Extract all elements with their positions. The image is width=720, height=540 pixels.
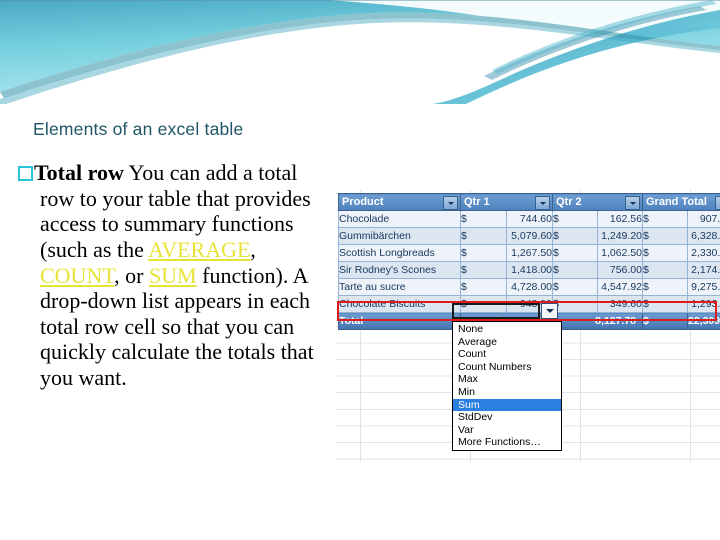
slide: Elements of an excel table Total row You…: [0, 0, 720, 540]
table-row[interactable]: Gummibärchen $ 5,079.60 $ 1,249.20 $ 6,3…: [338, 227, 720, 245]
cell-currency: $: [460, 244, 507, 262]
chevron-down-icon[interactable]: [443, 196, 458, 210]
cell-grand-total[interactable]: 907.16: [687, 210, 720, 228]
total-cell-dropdown-button[interactable]: [541, 303, 558, 319]
summary-function-dropdown-menu[interactable]: None Average Count Count Numbers Max Min…: [452, 321, 562, 451]
cell-qtr1[interactable]: 5,079.60: [506, 227, 553, 245]
cell-currency: $: [642, 295, 688, 313]
column-header-qtr2[interactable]: Qtr 2: [552, 193, 643, 211]
body-content: Total row You can add a total row to you…: [18, 160, 334, 391]
cell-currency: $: [642, 210, 688, 228]
table-row[interactable]: Scottish Longbreads $ 1,267.50 $ 1,062.5…: [338, 244, 720, 262]
separator-1: ,: [250, 236, 256, 262]
cell-product[interactable]: Gummibärchen: [338, 227, 461, 245]
cell-currency: $: [460, 227, 507, 245]
column-header-grand-total[interactable]: Grand Total: [642, 193, 720, 211]
square-bullet-icon: [18, 166, 33, 181]
chevron-down-icon[interactable]: [715, 196, 720, 210]
cell-grand-total[interactable]: 9,275.92: [687, 278, 720, 296]
cell-currency: $: [552, 210, 598, 228]
cell-currency: $: [460, 210, 507, 228]
cell-qtr2[interactable]: 1,062.50: [597, 244, 643, 262]
menu-item-stddev[interactable]: StdDev: [453, 411, 561, 424]
cell-currency: $: [460, 295, 507, 313]
total-row-label[interactable]: Total: [338, 312, 461, 330]
menu-item-max[interactable]: Max: [453, 373, 561, 386]
wave-header-decoration: [0, 0, 720, 104]
total-cell-grand-total[interactable]: 22,309.37: [687, 312, 720, 330]
total-cell-currency: $: [642, 312, 688, 330]
table-header-row: Product Qtr 1 Qtr 2 Grand Total: [338, 193, 720, 211]
table-body: Chocolade $ 744.60 $ 162.56 $ 907.16 Gum…: [338, 210, 720, 330]
bullet-lead-label: Total row: [34, 160, 124, 185]
cell-currency: $: [642, 227, 688, 245]
table-row[interactable]: Chocolate Biscuits $ 943.09 $ 349.60 $ 1…: [338, 295, 720, 313]
link-count[interactable]: COUNT: [40, 263, 114, 288]
cell-qtr1[interactable]: 1,267.50: [506, 244, 553, 262]
menu-item-count-numbers[interactable]: Count Numbers: [453, 361, 561, 374]
cell-currency: $: [552, 244, 598, 262]
total-cell-qtr2[interactable]: 8,127.78: [552, 312, 643, 330]
chevron-down-icon[interactable]: [535, 196, 550, 210]
cell-currency: $: [642, 244, 688, 262]
menu-item-more-functions[interactable]: More Functions…: [453, 436, 561, 449]
cell-qtr1[interactable]: 1,418.00: [506, 261, 553, 279]
menu-item-min[interactable]: Min: [453, 386, 561, 399]
menu-item-none[interactable]: None: [453, 323, 561, 336]
cell-currency: $: [460, 261, 507, 279]
cell-currency: $: [552, 278, 598, 296]
cell-product[interactable]: Sir Rodney's Scones: [338, 261, 461, 279]
excel-table-screenshot: Product Qtr 1 Qtr 2 Grand Total Chocolad…: [336, 190, 720, 462]
link-sum[interactable]: SUM: [149, 263, 197, 288]
cell-qtr2[interactable]: 1,249.20: [597, 227, 643, 245]
cell-product[interactable]: Chocolate Biscuits: [338, 295, 461, 313]
chevron-down-icon[interactable]: [625, 196, 640, 210]
column-header-qtr2-label: Qtr 2: [556, 196, 582, 208]
table-row[interactable]: Sir Rodney's Scones $ 1,418.00 $ 756.00 …: [338, 261, 720, 279]
cell-grand-total[interactable]: 2,174.00: [687, 261, 720, 279]
menu-item-count[interactable]: Count: [453, 348, 561, 361]
bullet-paragraph: Total row You can add a total row to you…: [18, 160, 334, 391]
column-header-product[interactable]: Product: [338, 193, 461, 211]
cell-currency: $: [552, 227, 598, 245]
column-header-qtr1-label: Qtr 1: [464, 196, 490, 208]
cell-currency: $: [552, 295, 598, 313]
cell-qtr1[interactable]: 4,728.00: [506, 278, 553, 296]
cell-product[interactable]: Tarte au sucre: [338, 278, 461, 296]
separator-2: , or: [114, 262, 149, 288]
cell-qtr2[interactable]: 4,547.92: [597, 278, 643, 296]
column-header-qtr1[interactable]: Qtr 1: [460, 193, 553, 211]
cell-qtr2[interactable]: 162.56: [597, 210, 643, 228]
cell-currency: $: [552, 261, 598, 279]
cell-currency: $: [642, 278, 688, 296]
column-header-grand-total-label: Grand Total: [646, 196, 707, 208]
cell-grand-total[interactable]: 1,293.49: [687, 295, 720, 313]
cell-currency: $: [642, 261, 688, 279]
table-row[interactable]: Tarte au sucre $ 4,728.00 $ 4,547.92 $ 9…: [338, 278, 720, 296]
cell-grand-total[interactable]: 6,328.80: [687, 227, 720, 245]
page-title: Elements of an excel table: [33, 119, 244, 139]
table-row[interactable]: Chocolade $ 744.60 $ 162.56 $ 907.16: [338, 210, 720, 228]
column-header-product-label: Product: [342, 196, 384, 208]
cell-qtr2[interactable]: 756.00: [597, 261, 643, 279]
link-average[interactable]: AVERAGE: [148, 237, 250, 262]
cell-qtr2[interactable]: 349.60: [597, 295, 643, 313]
menu-item-average[interactable]: Average: [453, 336, 561, 349]
menu-item-var[interactable]: Var: [453, 424, 561, 437]
cell-currency: $: [460, 278, 507, 296]
menu-item-sum[interactable]: Sum: [453, 398, 561, 412]
cell-product[interactable]: Chocolade: [338, 210, 461, 228]
cell-grand-total[interactable]: 2,330.00: [687, 244, 720, 262]
cell-product[interactable]: Scottish Longbreads: [338, 244, 461, 262]
excel-table: Product Qtr 1 Qtr 2 Grand Total Chocolad…: [338, 193, 720, 330]
cell-qtr1[interactable]: 744.60: [506, 210, 553, 228]
dropdown-list: None Average Count Count Numbers Max Min…: [453, 322, 561, 450]
chevron-down-icon: [545, 309, 554, 313]
